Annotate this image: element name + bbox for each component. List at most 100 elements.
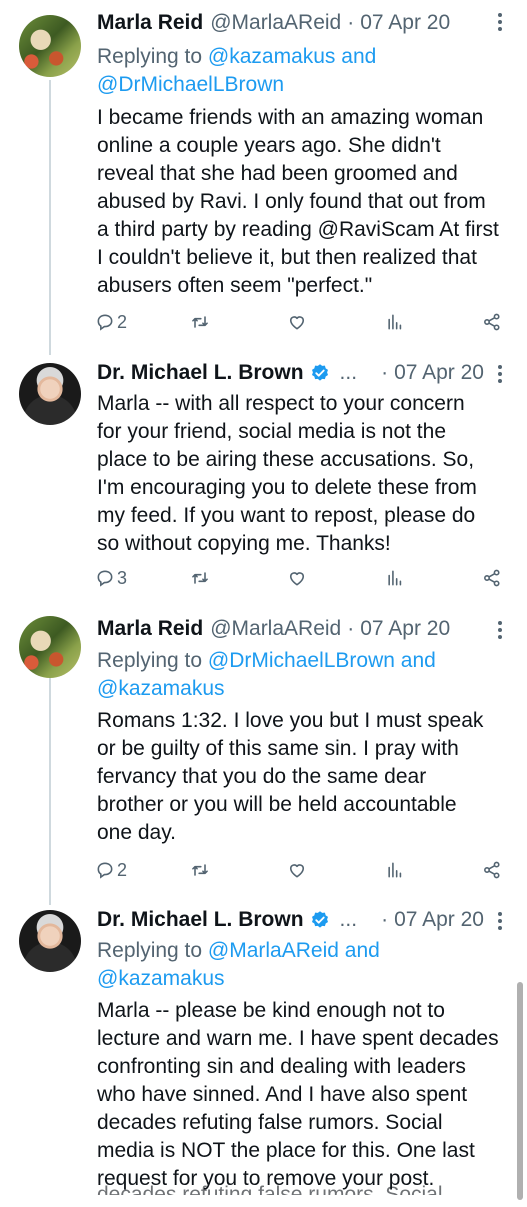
tweet-actions: 3: [95, 564, 505, 592]
views-button[interactable]: [385, 564, 405, 592]
share-icon: [484, 569, 500, 587]
reply-and-text: and: [335, 45, 377, 68]
replying-to-prefix: Replying to: [97, 939, 208, 962]
tweet-text-line: Romans 1:32. I love you but I must speak: [97, 709, 484, 732]
tweet-header: Dr. Michael L. Brown ... · 07 Apr 20: [97, 358, 507, 388]
more-icon[interactable]: [495, 11, 505, 33]
replying-to: Replying to @DrMichaelLBrown and @kazama…: [97, 647, 509, 703]
scrollbar[interactable]: [517, 982, 523, 1200]
views-icon: [388, 570, 402, 586]
tweet-text-line: so without copying me. Thanks!: [97, 532, 391, 555]
tweet[interactable]: Marla Reid @MarlaAReid · 07 Apr 20 Reply…: [0, 600, 527, 900]
tweet-header: Marla Reid @MarlaAReid · 07 Apr 20: [97, 614, 507, 644]
tweet-date[interactable]: 07 Apr 20: [394, 908, 484, 932]
tweet-text-line: reveal that she had been groomed and: [97, 162, 458, 185]
tweet-text-line: I became friends with an amazing woman: [97, 106, 484, 129]
separator-dot: ·: [381, 908, 389, 931]
retweet-button[interactable]: [190, 308, 210, 336]
tweet-actions: 2: [95, 308, 505, 336]
separator-dot: ·: [347, 617, 355, 640]
reply-button[interactable]: 2: [95, 856, 127, 884]
avatar[interactable]: [19, 910, 81, 972]
tweet-text-line: I couldn't believe it, but then realized…: [97, 246, 477, 269]
views-icon: [388, 314, 402, 330]
tweet-text-line: my feed. If you want to repost, please d…: [97, 504, 476, 527]
tweet-text-line: online a couple years ago. She didn't: [97, 134, 441, 157]
author-handle[interactable]: @MarlaAReid: [210, 617, 341, 641]
author-name[interactable]: Marla Reid: [97, 11, 203, 35]
tweet-text: Marla -- please be kind enough not to le…: [97, 997, 509, 1193]
avatar[interactable]: [19, 616, 81, 678]
more-icon[interactable]: [495, 619, 505, 641]
replying-to: Replying to @kazamakus and @DrMichaelLBr…: [97, 43, 509, 99]
reply-count: 2: [117, 859, 128, 880]
tweet-text: Marla -- with all respect to your concer…: [97, 390, 509, 558]
verified-badge-icon: [311, 364, 328, 381]
more-icon[interactable]: [495, 363, 505, 385]
author-name[interactable]: Marla Reid: [97, 617, 203, 641]
heart-icon: [289, 572, 305, 586]
reply-icon: [97, 314, 113, 331]
views-icon: [388, 862, 402, 878]
truncation-ellipsis: ...: [339, 361, 358, 384]
tweet-date[interactable]: 07 Apr 20: [394, 361, 484, 385]
tweet-text-line: brother or you will be held accountable: [97, 793, 457, 816]
tweet-text: Romans 1:32. I love you but I must speak…: [97, 707, 509, 847]
retweet-icon: [192, 316, 208, 328]
tweet-actions: 2: [95, 856, 505, 884]
tweet-text-line: fervancy that you do the same dear: [97, 765, 427, 788]
like-button[interactable]: [287, 564, 307, 592]
reply-button[interactable]: 2: [95, 308, 127, 336]
replying-to-prefix: Replying to: [97, 45, 208, 68]
tweet-text-line: Marla -- please be kind enough not to: [97, 999, 445, 1022]
more-icon[interactable]: [495, 910, 505, 932]
separator-dot: ·: [347, 11, 355, 34]
tweet[interactable]: Dr. Michael L. Brown ... · 07 Apr 20 Rep…: [0, 893, 527, 1200]
tweet-text-line: a third party by reading @RaviScam At fi…: [97, 218, 499, 241]
tweet[interactable]: Marla Reid @MarlaAReid · 07 Apr 20 Reply…: [0, 0, 527, 345]
views-button[interactable]: [385, 308, 405, 336]
tweet-date[interactable]: 07 Apr 20: [360, 617, 450, 641]
reply-count: 2: [117, 311, 128, 332]
tweet-text-line: I'm encouraging you to delete these from: [97, 476, 477, 499]
verified-badge-icon: [311, 911, 328, 928]
reply-mention-link[interactable]: @kazamakus: [97, 967, 225, 990]
reply-mention-link[interactable]: @kazamakus: [208, 45, 336, 68]
reply-mention-link[interactable]: @kazamakus: [97, 677, 225, 700]
reply-mention-link[interactable]: @MarlaAReid: [208, 939, 339, 962]
replying-to: Replying to @MarlaAReid and @kazamakus: [97, 937, 509, 993]
reply-mention-link[interactable]: @DrMichaelLBrown: [208, 649, 395, 672]
share-button[interactable]: [482, 564, 502, 592]
reply-button[interactable]: 3: [95, 564, 127, 592]
replying-to-prefix: Replying to: [97, 649, 208, 672]
reply-and-text: and: [394, 649, 436, 672]
tweet-header: Marla Reid @MarlaAReid · 07 Apr 20: [97, 8, 507, 38]
like-button[interactable]: [287, 856, 307, 884]
avatar[interactable]: [19, 15, 81, 77]
tweet[interactable]: Dr. Michael L. Brown ... · 07 Apr 20 Mar…: [0, 345, 527, 615]
views-button[interactable]: [385, 856, 405, 884]
heart-icon: [289, 316, 305, 330]
reply-count: 3: [117, 567, 128, 588]
reply-mention-link[interactable]: @DrMichaelLBrown: [97, 73, 284, 96]
tweet-text-line: or be guilty of this same sin. I pray wi…: [97, 737, 459, 760]
author-handle[interactable]: @MarlaAReid: [210, 11, 341, 35]
reply-icon: [97, 570, 113, 587]
tweet-text-line: Marla -- with all respect to your concer…: [97, 392, 465, 415]
avatar[interactable]: [19, 363, 81, 425]
tweet-text-line: lecture and warn me. I have spent decade…: [97, 1027, 499, 1050]
retweet-button[interactable]: [190, 856, 210, 884]
share-button[interactable]: [482, 856, 502, 884]
like-button[interactable]: [287, 308, 307, 336]
author-name[interactable]: Dr. Michael L. Brown: [97, 361, 304, 385]
tweet-text-line: one day.: [97, 821, 177, 844]
reply-and-text: and: [338, 939, 380, 962]
retweet-button[interactable]: [190, 564, 210, 592]
author-name[interactable]: Dr. Michael L. Brown: [97, 908, 304, 932]
share-button[interactable]: [482, 308, 502, 336]
tweet-date[interactable]: 07 Apr 20: [360, 11, 450, 35]
tweet-header: Dr. Michael L. Brown ... · 07 Apr 20: [97, 905, 507, 935]
truncation-ellipsis: ...: [339, 908, 358, 931]
tweet-text: I became friends with an amazing woman o…: [97, 104, 509, 300]
tweet-text-line: abusers often seem "perfect.": [97, 274, 373, 297]
